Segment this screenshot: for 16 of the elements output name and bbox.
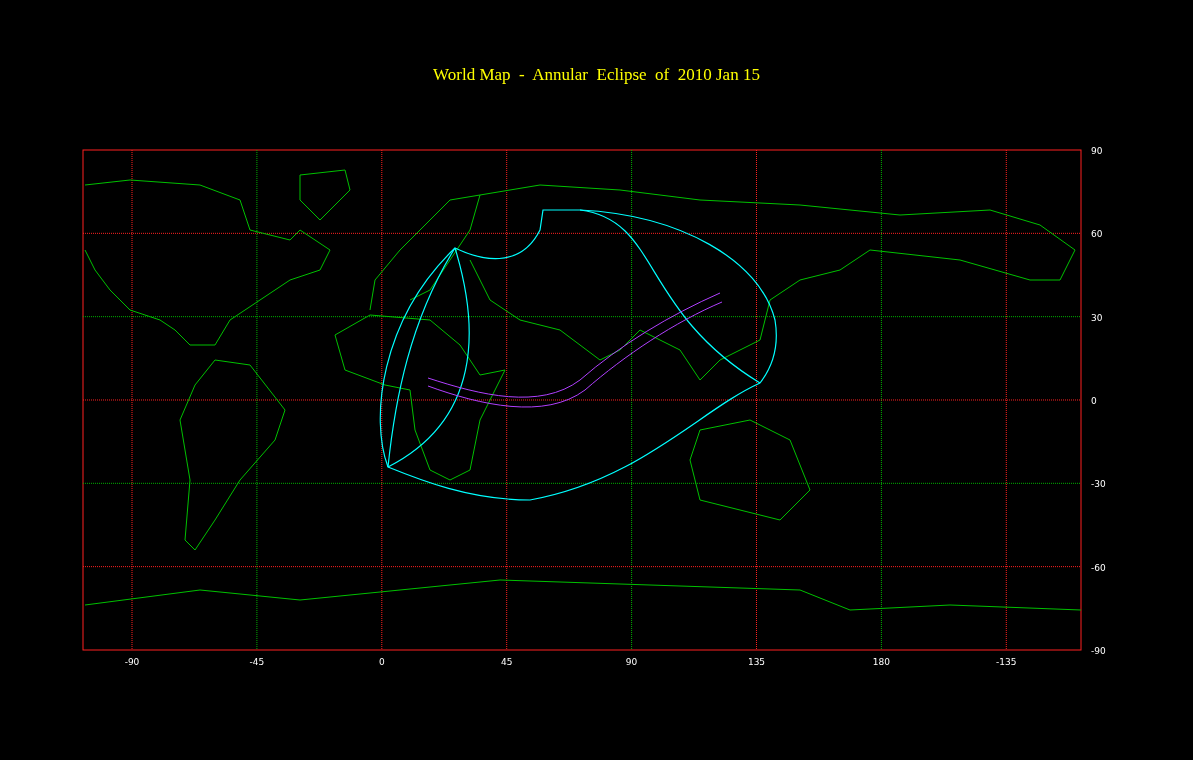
longitude-label: 90 <box>625 657 638 667</box>
longitude-label: -45 <box>249 657 265 667</box>
latitude-label: -30 <box>1091 479 1106 490</box>
longitude-label: -90 <box>124 657 140 667</box>
longitude-label: 0 <box>378 657 385 667</box>
latitude-label: 90 <box>1091 146 1103 156</box>
longitude-label: 45 <box>500 657 513 667</box>
map-title: World Map - Annular Eclipse of 2010 Jan 15 <box>432 64 761 86</box>
latitude-label: -60 <box>1091 562 1106 573</box>
latitude-label: -90 <box>1091 646 1106 656</box>
latitude-label: 30 <box>1091 312 1103 323</box>
longitude-label: 180 <box>872 657 890 667</box>
longitude-label: 135 <box>747 657 766 667</box>
latitude-label: 60 <box>1091 229 1103 240</box>
latitude-label: 0 <box>1091 396 1097 406</box>
longitude-label: -135 <box>996 657 1017 667</box>
